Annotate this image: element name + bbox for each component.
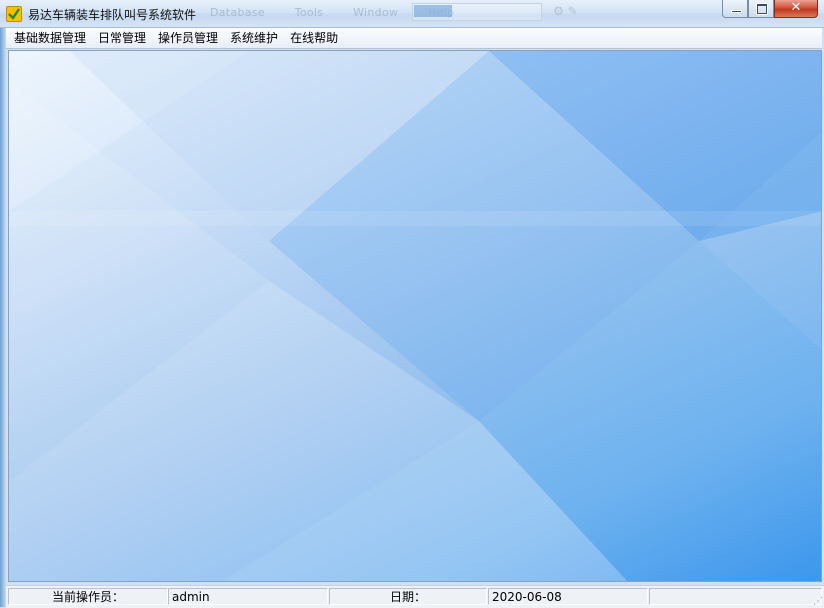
close-button[interactable]: ✕ [774,0,818,18]
menu-operators[interactable]: 操作员管理 [152,28,224,48]
status-bar: 当前操作员： admin 日期： 2020-06-08 ⋰ [6,585,824,608]
minimize-button[interactable] [722,0,748,18]
ghost-menu-window: Window [353,6,399,19]
status-empty-panel [649,588,822,605]
maximize-icon [757,4,767,14]
menu-bar: 基础数据管理 日常管理 操作员管理 系统维护 在线帮助 [6,28,822,49]
app-logo-icon[interactable] [6,6,22,22]
mdi-client-area[interactable] [8,50,822,582]
menu-basic-data[interactable]: 基础数据管理 [6,28,92,48]
background-ghost-icons: ⚙ ✎ [553,4,578,18]
menu-maintenance[interactable]: 系统维护 [224,28,284,48]
window-frame-left [0,27,6,607]
maximize-button[interactable] [748,0,774,18]
status-operator-value: admin [168,588,328,605]
status-date-value: 2020-06-08 [488,588,648,605]
background-ghost-field [412,3,542,21]
title-bar[interactable]: 易达车辆装车排队叫号系统软件 Database Tools Window Hel… [0,0,824,28]
ghost-menu-tools: Tools [294,6,324,19]
status-date-label: 日期： [329,588,487,605]
resize-grip-icon[interactable]: ⋰ [813,596,823,607]
ghost-menu-database: Database [210,6,265,19]
menu-help[interactable]: 在线帮助 [284,28,344,48]
window-controls: ✕ [722,0,818,19]
window-title: 易达车辆装车排队叫号系统软件 [28,8,197,22]
status-operator-label: 当前操作员： [8,588,168,605]
close-icon: ✕ [790,0,802,15]
menu-daily[interactable]: 日常管理 [92,28,152,48]
background-pattern [9,51,821,581]
minimize-icon [731,10,742,13]
